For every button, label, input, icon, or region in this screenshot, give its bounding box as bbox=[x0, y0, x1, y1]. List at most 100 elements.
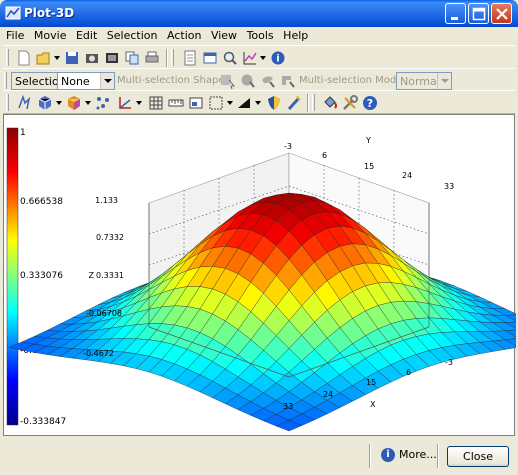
cube-icon[interactable] bbox=[36, 94, 54, 112]
menu-edit[interactable]: Edit bbox=[73, 27, 100, 42]
color-dropdown-arrow[interactable] bbox=[85, 101, 91, 105]
light-dropdown-arrow[interactable] bbox=[255, 101, 261, 105]
help-question-icon[interactable]: ? bbox=[361, 94, 379, 112]
z-tick-label: 1.133 bbox=[95, 196, 118, 205]
cube-dropdown-arrow[interactable] bbox=[56, 101, 62, 105]
plot-app-icon bbox=[5, 5, 21, 21]
selection-toolbar: Selection None Multi-selection Shape Mul… bbox=[3, 68, 515, 92]
menu-help[interactable]: Help bbox=[280, 27, 311, 42]
menu-action[interactable]: Action bbox=[164, 27, 204, 42]
status-separator bbox=[437, 444, 439, 468]
y-tick-label: 6 bbox=[322, 151, 327, 160]
paint-bucket-icon[interactable] bbox=[321, 94, 339, 112]
plot-canvas[interactable]: 1 0.666538 0.333076 -0.000385287 -0.3338… bbox=[3, 114, 516, 437]
info-icon: i bbox=[381, 448, 395, 462]
toolbar-grip[interactable] bbox=[6, 94, 9, 111]
x-tick-label: 15 bbox=[366, 378, 376, 387]
colorbar-label: 1 bbox=[20, 128, 26, 138]
colorbar-label: 0.666538 bbox=[20, 197, 63, 207]
help-icon[interactable]: i bbox=[269, 49, 287, 67]
axes-dropdown-arrow[interactable] bbox=[136, 101, 142, 105]
view-toolbar: ? bbox=[3, 90, 515, 114]
x-tick-label: 33 bbox=[283, 402, 293, 411]
menu-selection[interactable]: Selection bbox=[104, 27, 161, 42]
document-icon[interactable] bbox=[181, 49, 199, 67]
mode-combo: Normal bbox=[396, 72, 452, 90]
z-tick-label: -0.4672 bbox=[83, 349, 114, 358]
open-dropdown-arrow[interactable] bbox=[54, 56, 60, 60]
window-title: Plot-3D bbox=[24, 6, 75, 20]
wand-icon[interactable] bbox=[285, 94, 303, 112]
film-icon[interactable] bbox=[103, 49, 121, 67]
close-window-button[interactable] bbox=[491, 3, 512, 24]
menu-movie[interactable]: Movie bbox=[31, 27, 70, 42]
open-folder-icon[interactable] bbox=[35, 49, 53, 67]
y-tick-label: 33 bbox=[444, 182, 454, 191]
svg-text:?: ? bbox=[367, 97, 373, 110]
window-icon[interactable] bbox=[201, 49, 219, 67]
toolbar-grip[interactable] bbox=[171, 49, 174, 66]
light-icon[interactable] bbox=[235, 94, 253, 112]
lasso-select-icon[interactable] bbox=[259, 72, 277, 90]
selection-combo[interactable]: None bbox=[57, 72, 115, 90]
menu-bar: File Movie Edit Selection Action View To… bbox=[3, 27, 515, 45]
colored-cube-icon[interactable] bbox=[65, 94, 83, 112]
bbox-dropdown-arrow[interactable] bbox=[227, 101, 233, 105]
shape-select-icon[interactable] bbox=[219, 72, 237, 90]
close-button[interactable]: Close bbox=[447, 446, 509, 467]
plot-svg[interactable]: 1 0.666538 0.333076 -0.000385287 -0.3338… bbox=[4, 115, 516, 437]
points-icon[interactable] bbox=[94, 94, 112, 112]
rotate-view-icon[interactable] bbox=[15, 94, 33, 112]
colorbar-label: -0.333847 bbox=[20, 417, 66, 427]
bounding-box-icon[interactable] bbox=[207, 94, 225, 112]
toolbar-grip[interactable] bbox=[6, 49, 9, 66]
menu-file[interactable]: File bbox=[3, 27, 27, 42]
chevron-down-icon[interactable] bbox=[100, 73, 114, 89]
main-toolbar: i bbox=[3, 45, 515, 69]
chevron-down-icon bbox=[437, 73, 451, 89]
y-tick-label: 15 bbox=[364, 162, 374, 171]
shield-icon[interactable] bbox=[265, 94, 283, 112]
more-label: More... bbox=[399, 448, 437, 461]
chart-icon[interactable] bbox=[241, 49, 259, 67]
y-tick-label: -3 bbox=[284, 142, 292, 151]
z-axis-label: Z bbox=[89, 271, 95, 280]
minimize-button[interactable] bbox=[445, 3, 466, 24]
mode-value: Normal bbox=[400, 75, 440, 88]
menu-view[interactable]: View bbox=[208, 27, 240, 42]
ruler-icon[interactable] bbox=[167, 94, 185, 112]
z-tick-label: 0.3331 bbox=[96, 271, 124, 280]
more-button[interactable]: i More... bbox=[381, 448, 437, 462]
tools-icon[interactable] bbox=[341, 94, 359, 112]
multi-selection-shape-label: Multi-selection Shape bbox=[117, 75, 225, 86]
maximize-button[interactable] bbox=[468, 3, 489, 24]
bottom-bar: i More... Close bbox=[3, 438, 515, 472]
toolbar-separator bbox=[166, 49, 168, 67]
print-icon[interactable] bbox=[143, 49, 161, 67]
camera-icon[interactable] bbox=[83, 49, 101, 67]
zoom-icon[interactable] bbox=[221, 49, 239, 67]
frame-icon[interactable] bbox=[187, 94, 205, 112]
copy-icon[interactable] bbox=[123, 49, 141, 67]
selection-value: None bbox=[61, 75, 90, 88]
chart-dropdown-arrow[interactable] bbox=[260, 56, 266, 60]
axes-icon[interactable] bbox=[116, 94, 134, 112]
new-file-icon[interactable] bbox=[15, 49, 33, 67]
menu-tools[interactable]: Tools bbox=[244, 27, 277, 42]
colorbar bbox=[6, 127, 19, 426]
y-axis-label: Y bbox=[365, 136, 371, 145]
x-axis-label: X bbox=[370, 400, 376, 409]
save-icon[interactable] bbox=[63, 49, 81, 67]
z-tick-label: -0.06708 bbox=[86, 309, 122, 318]
svg-text:i: i bbox=[276, 54, 279, 65]
toolbar-grip[interactable] bbox=[312, 94, 315, 111]
toolbar-separator bbox=[307, 94, 309, 112]
x-tick-label: -3 bbox=[445, 358, 453, 367]
circle-select-icon[interactable] bbox=[239, 72, 257, 90]
x-tick-label: 6 bbox=[406, 368, 411, 377]
toolbar-grip[interactable] bbox=[4, 72, 7, 89]
status-separator bbox=[369, 444, 371, 468]
grid-icon[interactable] bbox=[147, 94, 165, 112]
multi-selection-mode-label: Multi-selection Mode bbox=[299, 75, 403, 86]
polygon-select-icon[interactable] bbox=[279, 72, 297, 90]
